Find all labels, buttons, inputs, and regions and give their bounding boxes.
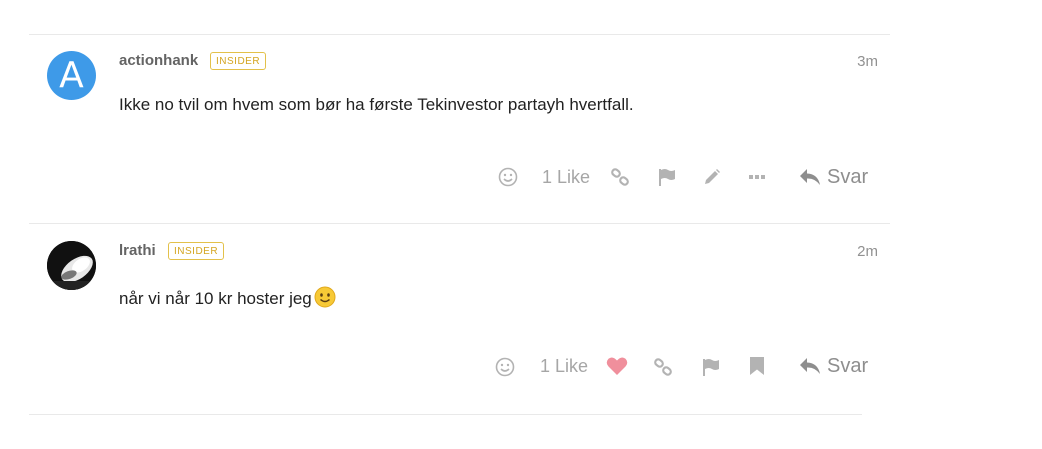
avatar[interactable]: A [47,51,96,100]
user-badge: INSIDER [210,52,267,70]
post-body: når vi når 10 kr hoster jeg [119,286,336,313]
reply-icon [800,358,820,374]
post-body-text: når vi når 10 kr hoster jeg [119,289,312,308]
reply-button[interactable]: Svar [799,163,868,191]
edit-icon[interactable] [701,166,723,188]
post-time[interactable]: 3m [857,53,878,70]
slightly-smiling-face-icon [314,286,336,313]
post-item: A actionhank INSIDER 3m Ikke no tvil om … [29,35,890,223]
more-icon[interactable] [746,166,768,188]
reply-label: Svar [827,354,869,377]
post-item: lrathi INSIDER 2m når vi når 10 kr hoste… [29,224,890,414]
avatar[interactable] [47,241,96,290]
like-count[interactable]: 1 Like [540,354,588,378]
bottom-divider [29,414,862,415]
like-count[interactable]: 1 Like [542,165,590,189]
avatar-letter: A [59,55,84,96]
link-icon[interactable] [609,166,631,188]
username[interactable]: lrathi [119,242,156,259]
flag-icon[interactable] [656,166,678,188]
heart-icon[interactable] [605,355,629,377]
user-badge: INSIDER [168,242,225,260]
reply-button[interactable]: Svar [799,352,868,380]
emoji-react-icon[interactable] [497,166,519,188]
reply-icon [800,169,820,185]
username[interactable]: actionhank [119,52,198,69]
flag-icon[interactable] [700,356,722,378]
reply-label: Svar [827,165,869,188]
bookmark-icon[interactable] [746,355,768,377]
emoji-react-icon[interactable] [494,356,516,378]
post-body: Ikke no tvil om hvem som bør ha første T… [119,95,634,114]
link-icon[interactable] [652,356,674,378]
post-time[interactable]: 2m [857,243,878,260]
